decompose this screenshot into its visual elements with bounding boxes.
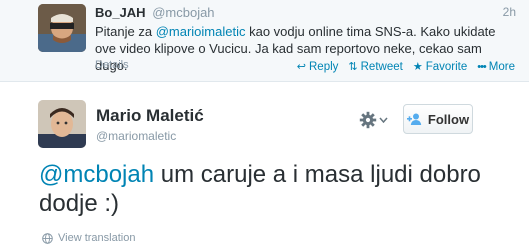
- follow-label: Follow: [427, 111, 470, 127]
- tweet-actions: ↩ Reply ⇅ Retweet ★ Favorite ••• More: [296, 60, 515, 74]
- reply-header: Bo_JAH @mcbojah: [95, 5, 215, 20]
- details-link[interactable]: Details: [95, 59, 129, 71]
- mention-link[interactable]: @marioimaletic: [156, 24, 246, 39]
- mention-link[interactable]: @mcbojah: [39, 161, 154, 188]
- avatar[interactable]: [38, 4, 86, 52]
- gear-icon: [359, 111, 377, 129]
- author-avatar-image: [38, 100, 86, 148]
- timestamp[interactable]: 2h: [503, 5, 516, 19]
- reply-button[interactable]: ↩ Reply: [296, 60, 339, 74]
- user-actions-menu[interactable]: [359, 110, 397, 130]
- reply-text-start: Pitanje za: [95, 24, 156, 39]
- tweet-text: @mcbojah um caruje a i masa ljudi dobro …: [39, 160, 509, 218]
- favorite-button[interactable]: ★ Favorite: [412, 60, 468, 74]
- view-translation-link[interactable]: View translation: [42, 232, 135, 244]
- globe-icon: [42, 232, 53, 244]
- reply-arrow-icon: ↩: [296, 61, 306, 73]
- author-name[interactable]: Bo_JAH: [95, 5, 146, 20]
- reply-label: Reply: [309, 60, 339, 73]
- retweet-label: Retweet: [360, 60, 403, 73]
- star-icon: ★: [412, 61, 423, 73]
- author-name[interactable]: Mario Maletić: [96, 106, 204, 126]
- ellipsis-icon: •••: [477, 60, 487, 73]
- favorite-label: Favorite: [425, 60, 468, 73]
- add-user-icon: [406, 113, 422, 125]
- follow-button[interactable]: Follow: [403, 104, 473, 134]
- author-handle[interactable]: @mariomaletic: [96, 129, 176, 143]
- chevron-down-icon: [379, 117, 388, 123]
- more-button[interactable]: ••• More: [477, 60, 515, 73]
- author-handle[interactable]: @mcbojah: [152, 5, 214, 20]
- reply-tweet: Bo_JAH @mcbojah 2h Pitanje za @marioimal…: [0, 0, 529, 82]
- view-translation-label: View translation: [58, 232, 136, 244]
- more-label: More: [488, 60, 515, 73]
- retweet-icon: ⇅: [348, 61, 358, 73]
- avatar-image: [38, 4, 86, 52]
- retweet-button[interactable]: ⇅ Retweet: [348, 60, 403, 74]
- author-avatar[interactable]: [38, 100, 86, 148]
